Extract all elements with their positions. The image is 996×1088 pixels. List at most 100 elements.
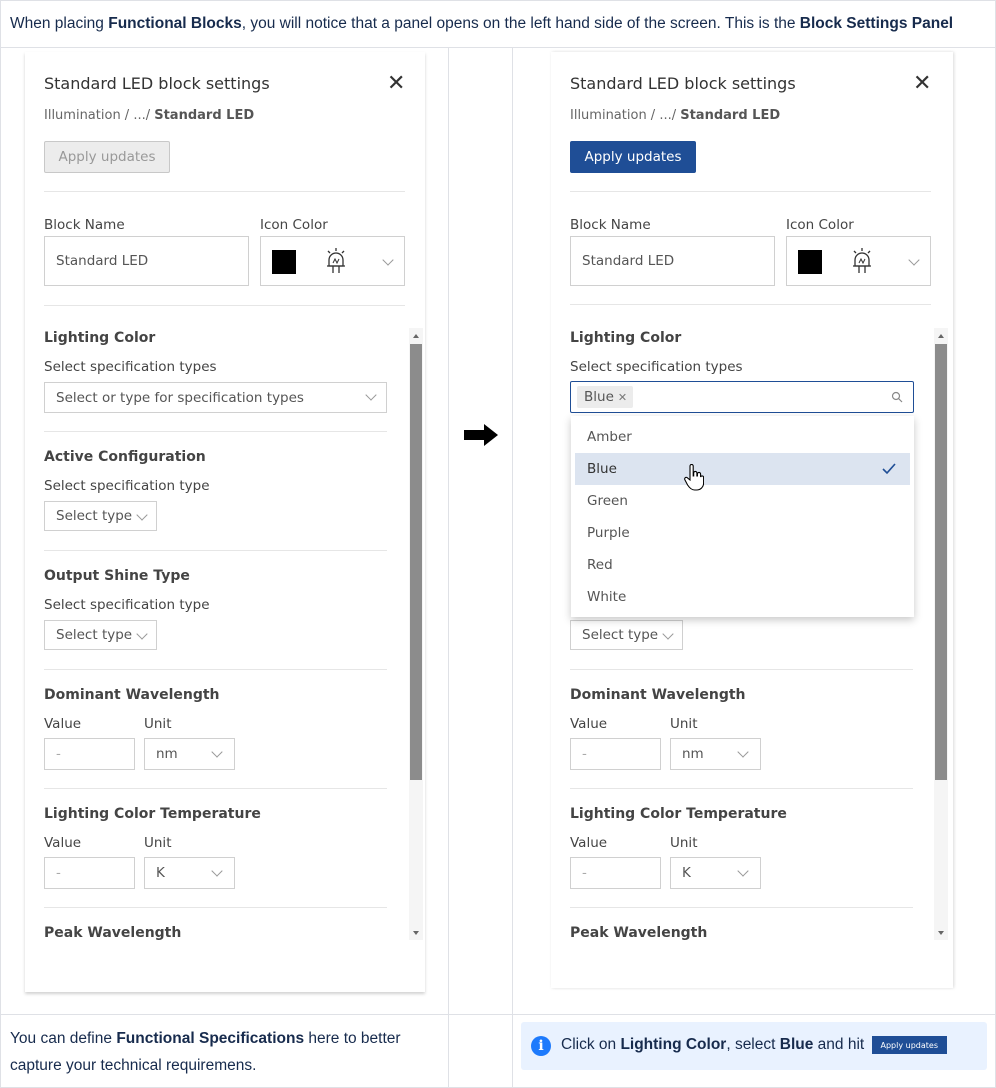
breadcrumb: Illumination / .../ Standard LED [570,108,781,123]
lighting-color-select[interactable]: Select or type for specification types [44,382,387,413]
temp-value-input[interactable]: - [570,857,661,889]
block-name-input[interactable]: Standard LED [44,236,249,286]
selected-tag-blue[interactable]: Blue ✕ [577,386,633,408]
divider [44,431,387,432]
chevron-down-icon [211,865,223,877]
lighting-color-dropdown: Amber Blue Green Purple Red White [571,416,914,617]
footer-description: You can define Functional Specifications… [10,1030,401,1074]
led-icon [327,248,345,273]
temp-value-label: Value [44,835,82,851]
temp-unit-select[interactable]: K [670,857,761,889]
section-output-shine-type: Output Shine Type [44,568,190,584]
divider [44,788,387,789]
section-peak-wavelength: Peak Wavelength [44,925,182,941]
breadcrumb: Illumination / .../ Standard LED [44,108,255,123]
lighting-color-placeholder: Select or type for specification types [56,389,304,406]
active-config-value: Select type [56,508,133,524]
close-icon[interactable]: ✕ [913,73,931,95]
instruction-note: i Click on Lighting Color, select Blue a… [521,1022,987,1070]
section-lighting-color-temperature: Lighting Color Temperature [44,806,261,822]
color-swatch [798,250,822,274]
checkmark-icon [882,463,896,475]
option-red[interactable]: Red [575,549,910,581]
divider [570,788,913,789]
divider [44,907,387,908]
chevron-down-icon [737,746,749,758]
output-shine-select[interactable]: Select type [570,620,683,650]
dominant-unit-select[interactable]: nm [670,738,761,770]
option-amber[interactable]: Amber [575,421,910,453]
dominant-unit-select[interactable]: nm [144,738,235,770]
dominant-unit-value: nm [682,746,704,762]
section-dominant-wavelength: Dominant Wavelength [44,687,220,703]
divider [44,305,405,306]
search-icon [891,391,903,403]
output-shine-value: Select type [56,627,133,643]
lighting-color-label: Select specification types [44,359,217,375]
temp-unit-label: Unit [144,835,172,851]
divider [570,907,913,908]
icon-color-label: Icon Color [786,217,854,233]
dominant-value-input[interactable]: - [44,738,135,770]
temp-value-label: Value [570,835,608,851]
chevron-down-icon [136,509,148,521]
divider [570,669,913,670]
arrow-right-icon [464,424,498,446]
dominant-unit-value: nm [156,746,178,762]
dominant-value-input[interactable]: - [570,738,661,770]
dominant-value-label: Value [570,716,608,732]
option-green[interactable]: Green [575,485,910,517]
icon-color-label: Icon Color [260,217,328,233]
output-shine-select[interactable]: Select type [44,620,157,650]
block-name-input[interactable]: Standard LED [570,236,775,286]
lighting-color-label: Select specification types [570,359,743,375]
chevron-down-icon [908,254,920,266]
apply-updates-button[interactable]: Apply updates [570,141,696,173]
selected-tag-label: Blue [584,389,614,405]
option-white[interactable]: White [575,581,910,613]
chevron-down-icon [211,746,223,758]
icon-color-select[interactable] [786,236,931,286]
scrollbar-thumb[interactable] [935,344,947,780]
divider [44,550,387,551]
block-settings-panel-before: Standard LED block settings ✕ Illuminati… [25,52,425,992]
option-blue[interactable]: Blue [575,453,910,485]
active-config-select[interactable]: Select type [44,501,157,531]
section-lighting-color: Lighting Color [570,330,682,346]
output-shine-label: Select specification type [44,597,210,613]
hand-cursor-icon [684,464,704,491]
divider [44,669,387,670]
section-active-configuration: Active Configuration [44,449,206,465]
icon-color-select[interactable] [260,236,405,286]
chevron-down-icon [662,628,674,640]
column-divider [448,47,449,1088]
temp-unit-value: K [682,865,691,881]
section-lighting-color: Lighting Color [44,330,156,346]
option-purple[interactable]: Purple [575,517,910,549]
scroll-up-icon[interactable] [413,334,419,338]
close-icon[interactable]: ✕ [387,73,405,95]
temp-unit-value: K [156,865,165,881]
row-divider [0,1014,996,1015]
option-blue-label: Blue [587,461,617,477]
info-icon: i [531,1036,551,1056]
scroll-up-icon[interactable] [938,334,944,338]
led-icon [853,248,871,273]
scroll-down-icon[interactable] [938,931,944,935]
remove-tag-icon[interactable]: ✕ [618,391,627,404]
block-name-label: Block Name [44,217,125,233]
section-dominant-wavelength: Dominant Wavelength [570,687,746,703]
scrollbar-thumb[interactable] [410,344,422,780]
dominant-unit-label: Unit [144,716,172,732]
divider [570,191,931,192]
dominant-unit-label: Unit [670,716,698,732]
active-config-label: Select specification type [44,478,210,494]
temp-unit-label: Unit [670,835,698,851]
color-swatch [272,250,296,274]
temp-unit-select[interactable]: K [144,857,235,889]
scroll-down-icon[interactable] [413,931,419,935]
apply-updates-button[interactable]: Apply updates [44,141,170,173]
temp-value-input[interactable]: - [44,857,135,889]
panel-title: Standard LED block settings [570,74,796,93]
chevron-down-icon [136,628,148,640]
